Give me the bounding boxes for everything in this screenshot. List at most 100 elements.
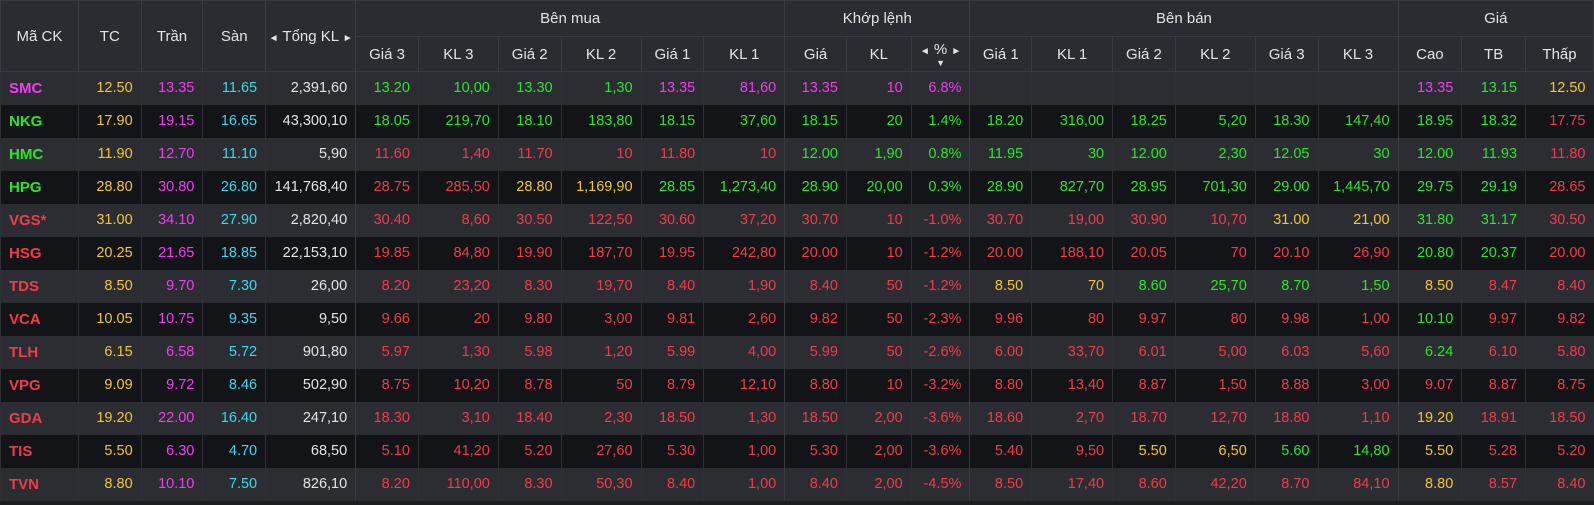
arrow-right-icon[interactable]: ► bbox=[343, 33, 353, 44]
col-match-vol[interactable]: KL bbox=[845, 36, 912, 72]
cell-sell-price3: 20.10 bbox=[1254, 236, 1318, 270]
cell-percent: 6.8% bbox=[910, 71, 970, 105]
cell-high: 13.35 bbox=[1397, 71, 1462, 105]
cell-match-price: 8.40 bbox=[784, 269, 847, 303]
col-symbol[interactable]: Mã CK bbox=[0, 0, 79, 72]
table-row[interactable]: TVN 8.80 10.10 7.50 826,10 8.20 110,00 8.30 50,3… bbox=[0, 467, 1594, 501]
table-row[interactable]: SMC 12.50 13.35 11.65 2,391,60 13.20 10,00 13.3… bbox=[0, 71, 1594, 105]
col-buy-vol1[interactable]: KL 1 bbox=[703, 36, 786, 72]
cell-buy-vol2: 183,80 bbox=[560, 104, 642, 138]
col-ref[interactable]: TC bbox=[77, 0, 142, 72]
cell-buy-price3: 30.40 bbox=[355, 203, 419, 237]
cell-buy-vol2: 1,30 bbox=[560, 71, 642, 105]
cell-buy-price3: 5.97 bbox=[355, 335, 419, 369]
col-total-volume[interactable]: ◄ Tổng KL ► bbox=[265, 0, 357, 72]
col-low[interactable]: Thấp bbox=[1525, 36, 1594, 72]
stock-symbol[interactable]: GDA bbox=[0, 401, 79, 435]
cell-high: 29.75 bbox=[1397, 170, 1462, 204]
cell-buy-vol2: 50 bbox=[560, 368, 642, 402]
col-sell-price3[interactable]: Giá 3 bbox=[1254, 36, 1319, 72]
col-avg[interactable]: TB bbox=[1461, 36, 1527, 72]
cell-ref: 6.15 bbox=[77, 335, 142, 369]
stock-symbol[interactable]: SMC bbox=[0, 71, 79, 105]
sort-down-icon[interactable]: ▼ bbox=[912, 59, 969, 68]
table-row[interactable]: VPG 9.09 9.72 8.46 502,90 8.75 10,20 8.78 50 8.79… bbox=[0, 368, 1594, 402]
stock-symbol[interactable]: VCA bbox=[0, 302, 79, 336]
cell-buy-price2: 5.98 bbox=[497, 335, 562, 369]
cell-sell-price2 bbox=[1112, 71, 1176, 105]
col-sell-price2[interactable]: Giá 2 bbox=[1112, 36, 1176, 72]
cell-sell-vol2: 12,70 bbox=[1174, 401, 1256, 435]
cell-buy-vol3: 41,20 bbox=[417, 434, 499, 468]
cell-high: 8.80 bbox=[1397, 467, 1462, 501]
table-row[interactable]: VGS* 31.00 34.10 27.90 2,820,40 30.40 8,60 30.5… bbox=[0, 203, 1594, 237]
cell-buy-vol3: 10,20 bbox=[417, 368, 499, 402]
cell-avg: 6.10 bbox=[1461, 335, 1526, 369]
col-buy-price2[interactable]: Giá 2 bbox=[497, 36, 562, 72]
table-row[interactable]: HSG 20.25 21.65 18.85 22,153,10 19.85 84,80 19.… bbox=[0, 236, 1594, 270]
table-row[interactable]: HMC 11.90 12.70 11.10 5,90 11.60 1,40 11.70 10 11… bbox=[0, 137, 1594, 171]
col-buy-price1[interactable]: Giá 1 bbox=[640, 36, 705, 72]
cell-match-price: 20.00 bbox=[784, 236, 847, 270]
cell-sell-price2: 8.87 bbox=[1112, 368, 1176, 402]
col-buy-vol2[interactable]: KL 2 bbox=[560, 36, 642, 72]
table-row[interactable]: NKG 17.90 19.15 16.65 43,300,10 18.05 219,70 18… bbox=[0, 104, 1594, 138]
col-buy-vol3[interactable]: KL 3 bbox=[417, 36, 499, 72]
stock-symbol[interactable]: TLH bbox=[0, 335, 79, 369]
table-row[interactable]: GDA 19.20 22.00 16.40 247,10 18.30 3,10 18.40 2,… bbox=[0, 401, 1594, 435]
col-sell-vol3[interactable]: KL 3 bbox=[1317, 36, 1399, 72]
col-sell-vol1[interactable]: KL 1 bbox=[1031, 36, 1114, 72]
table-row[interactable]: HPG 28.80 30.80 26.80 141,768,40 28.75 285,50 2… bbox=[0, 170, 1594, 204]
cell-sell-price1: 28.90 bbox=[969, 170, 1032, 204]
col-ceiling[interactable]: Trần bbox=[140, 0, 204, 72]
stock-symbol[interactable]: HMC bbox=[0, 137, 79, 171]
stock-symbol[interactable]: HSG bbox=[0, 236, 79, 270]
cell-sell-vol1: 80 bbox=[1031, 302, 1113, 336]
stock-symbol[interactable]: VPG bbox=[0, 368, 79, 402]
col-sell-vol2[interactable]: KL 2 bbox=[1174, 36, 1256, 72]
cell-sell-price2: 8.60 bbox=[1112, 467, 1176, 501]
cell-sell-price3 bbox=[1254, 71, 1318, 105]
col-high[interactable]: Cao bbox=[1397, 36, 1463, 72]
cell-floor: 7.30 bbox=[202, 269, 266, 303]
col-match-price[interactable]: Giá bbox=[784, 36, 847, 72]
cell-total-volume: 247,10 bbox=[265, 401, 356, 435]
cell-sell-price3: 31.00 bbox=[1254, 203, 1318, 237]
cell-sell-price3: 5.60 bbox=[1254, 434, 1318, 468]
stock-symbol[interactable]: TDS bbox=[0, 269, 79, 303]
table-row[interactable]: VCA 10.05 10.75 9.35 9,50 9.66 20 9.80 3,00 9.81 2… bbox=[0, 302, 1594, 336]
cell-avg: 11.93 bbox=[1461, 137, 1526, 171]
stock-symbol[interactable]: HPG bbox=[0, 170, 79, 204]
cell-buy-price3: 13.20 bbox=[355, 71, 419, 105]
price-board: Mã CK TC Trần Sàn ◄ Tổng KL ► Bên mua Kh… bbox=[0, 0, 1594, 501]
col-floor[interactable]: Sàn bbox=[202, 0, 267, 72]
cell-buy-price2: 30.50 bbox=[497, 203, 562, 237]
cell-sell-price2: 18.25 bbox=[1112, 104, 1176, 138]
stock-symbol[interactable]: NKG bbox=[0, 104, 79, 138]
cell-sell-vol3: 84,10 bbox=[1317, 467, 1399, 501]
cell-sell-vol3: 14,80 bbox=[1317, 434, 1399, 468]
table-row[interactable]: TIS 5.50 6.30 4.70 68,50 5.10 41,20 5.20 27,60 5.… bbox=[0, 434, 1594, 468]
cell-buy-price3: 9.66 bbox=[355, 302, 419, 336]
cell-percent: -1.0% bbox=[910, 203, 970, 237]
cell-match-vol: 20 bbox=[845, 104, 912, 138]
col-percent[interactable]: ◄ % ► ▼ bbox=[910, 36, 971, 72]
col-sell-price1[interactable]: Giá 1 bbox=[969, 36, 1033, 72]
table-row[interactable]: TDS 8.50 9.70 7.30 26,00 8.20 23,20 8.30 19,70 8.… bbox=[0, 269, 1594, 303]
cell-buy-vol2: 19,70 bbox=[560, 269, 642, 303]
cell-buy-vol3: 10,00 bbox=[417, 71, 499, 105]
cell-match-price: 13.35 bbox=[784, 71, 847, 105]
stock-symbol[interactable]: TVN bbox=[0, 467, 79, 501]
stock-symbol[interactable]: TIS bbox=[0, 434, 79, 468]
col-buy-price3[interactable]: Giá 3 bbox=[355, 36, 419, 72]
arrow-left-icon[interactable]: ◄ bbox=[269, 33, 279, 44]
stock-symbol[interactable]: VGS* bbox=[0, 203, 79, 237]
cell-avg: 9.97 bbox=[1461, 302, 1526, 336]
table-row[interactable]: TLH 6.15 6.58 5.72 901,80 5.97 1,30 5.98 1,20 5.9… bbox=[0, 335, 1594, 369]
arrow-left-icon[interactable]: ◄ bbox=[920, 46, 930, 57]
arrow-right-icon[interactable]: ► bbox=[951, 46, 961, 57]
cell-avg: 18.91 bbox=[1461, 401, 1526, 435]
cell-buy-price1: 9.81 bbox=[640, 302, 704, 336]
cell-buy-price2: 8.78 bbox=[497, 368, 562, 402]
cell-total-volume: 901,80 bbox=[265, 335, 356, 369]
